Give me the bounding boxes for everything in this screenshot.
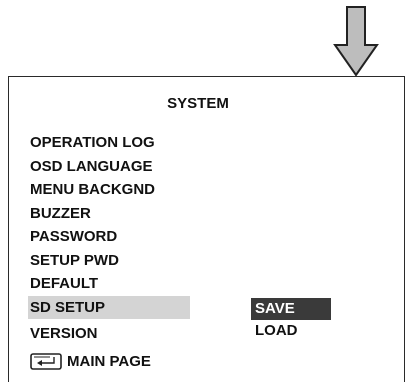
main-page-label: MAIN PAGE bbox=[67, 353, 151, 370]
submenu-item-save[interactable]: SAVE bbox=[251, 298, 331, 320]
main-page-button[interactable]: MAIN PAGE bbox=[30, 353, 151, 370]
menu-item-version[interactable]: VERSION bbox=[30, 322, 190, 346]
menu-item-default[interactable]: DEFAULT bbox=[30, 272, 190, 296]
menu-item-password[interactable]: PASSWORD bbox=[30, 225, 190, 249]
menu-item-menu-backgnd[interactable]: MENU BACKGND bbox=[30, 178, 190, 202]
system-menu-list: OPERATION LOG OSD LANGUAGE MENU BACKGND … bbox=[28, 131, 190, 346]
menu-item-setup-pwd[interactable]: SETUP PWD bbox=[30, 249, 190, 273]
sd-setup-submenu: SAVE LOAD bbox=[251, 298, 331, 342]
page-title: SYSTEM bbox=[167, 95, 229, 112]
menu-item-buzzer[interactable]: BUZZER bbox=[30, 202, 190, 226]
enter-key-icon bbox=[30, 353, 62, 370]
down-arrow-icon bbox=[333, 6, 379, 77]
menu-item-sd-setup[interactable]: SD SETUP bbox=[28, 295, 190, 319]
menu-item-osd-language[interactable]: OSD LANGUAGE bbox=[30, 155, 190, 179]
menu-item-operation-log[interactable]: OPERATION LOG bbox=[30, 131, 190, 155]
submenu-item-load[interactable]: LOAD bbox=[251, 320, 331, 342]
